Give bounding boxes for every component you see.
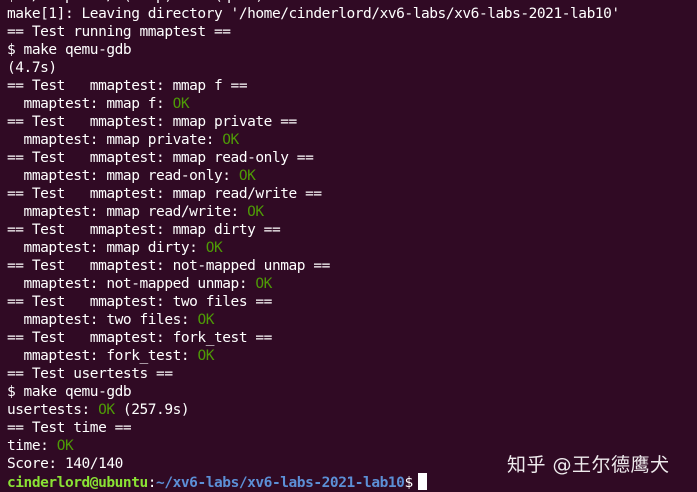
terminal-line: == Test time == — [7, 419, 620, 437]
terminal-line: mmaptest: mmap dirty: OK — [7, 239, 620, 257]
line-text: == Test mmaptest: mmap read/write == — [7, 186, 322, 202]
line-text: == Test mmaptest: not-mapped unmap == — [7, 258, 330, 274]
line-text: mmaptest: mmap read/write: — [7, 204, 248, 220]
line-text: (4.7s) — [7, 60, 57, 76]
line-text: $ make qemu-gdb — [7, 42, 132, 58]
ok-status: OK — [205, 240, 223, 256]
line-text: == Test mmaptest: mmap read-only == — [7, 150, 314, 166]
text-cursor[interactable] — [417, 473, 427, 490]
ok-status: OK — [255, 276, 272, 292]
line-text: mmaptest: mmap f: — [7, 96, 173, 112]
zhihu-watermark: 知乎 @王尔德鹰犬 — [507, 454, 670, 476]
ok-status: OK — [197, 348, 214, 364]
line-text: == Test mmaptest: mmap dirty == — [7, 222, 281, 238]
terminal-line: $ make qemu-gdb — [7, 41, 620, 59]
terminal-line: mmaptest: mmap read/write: OK — [7, 203, 620, 221]
line-text: $ ./mmaptest/ (mmap): Ok (qemu) — [7, 0, 264, 4]
terminal-line: == Test mmaptest: mmap private == — [7, 113, 620, 131]
terminal-line: == Test mmaptest: fork_test == — [7, 329, 620, 347]
prompt-user-host: cinderlord@ubuntu — [7, 475, 148, 491]
terminal-line: == Test running mmaptest == — [7, 23, 620, 41]
ok-status: OK — [247, 204, 264, 220]
line-text: == Test running mmaptest == — [7, 24, 231, 40]
terminal-line: usertests: OK (257.9s) — [7, 401, 620, 419]
line-text: == Test time == — [7, 420, 132, 436]
line-text: == Test mmaptest: mmap f == — [7, 78, 248, 94]
terminal-line: mmaptest: mmap private: OK — [7, 131, 620, 149]
ok-status: OK — [172, 96, 190, 112]
line-text: usertests: — [7, 402, 99, 418]
terminal-line: == Test mmaptest: mmap dirty == — [7, 221, 620, 239]
terminal-output: $ ./mmaptest/ (mmap): Ok (qemu) make[1]: … — [7, 0, 620, 491]
terminal-line: == Test mmaptest: mmap f == — [7, 77, 620, 95]
line-text: mmaptest: mmap private: — [7, 132, 223, 148]
line-text: == Test usertests == — [7, 366, 173, 382]
ok-status: OK — [56, 438, 74, 454]
terminal-line: mmaptest: not-mapped unmap: OK — [7, 275, 620, 293]
line-text: mmaptest: mmap dirty: — [7, 240, 206, 256]
line-text: == Test mmaptest: mmap private == — [7, 114, 297, 130]
terminal-line: mmaptest: mmap f: OK — [7, 95, 620, 113]
terminal-line: $ make qemu-gdb — [7, 383, 620, 401]
terminal-window[interactable]: $ ./mmaptest/ (mmap): Ok (qemu) make[1]: … — [0, 0, 697, 492]
terminal-line: == Test usertests == — [7, 365, 620, 383]
terminal-line: make[1]: Leaving directory '/home/cinder… — [7, 5, 620, 23]
terminal-line: == Test mmaptest: two files == — [7, 293, 620, 311]
line-text: Score: 140/140 — [7, 456, 123, 472]
terminal-line: mmaptest: mmap read-only: OK — [7, 167, 620, 185]
terminal-line: == Test mmaptest: not-mapped unmap == — [7, 257, 620, 275]
line-text: make[1]: Leaving directory '/home/cinder… — [7, 6, 620, 22]
ok-status: OK — [222, 132, 239, 148]
line-text: $ make qemu-gdb — [7, 384, 132, 400]
ok-status: OK — [238, 168, 256, 184]
line-text: == Test mmaptest: two files == — [7, 294, 272, 310]
line-text: mmaptest: mmap read-only: — [7, 168, 239, 184]
terminal-line: mmaptest: fork_test: OK — [7, 347, 620, 365]
ok-status: OK — [197, 312, 214, 328]
terminal-line: (4.7s) — [7, 59, 620, 77]
line-text: mmaptest: not-mapped unmap: — [7, 276, 256, 292]
prompt-symbol: $ — [404, 475, 413, 491]
line-text: == Test mmaptest: fork_test == — [7, 330, 272, 346]
prompt-path: ~/xv6-labs/xv6-labs-2021-lab10 — [156, 475, 405, 491]
line-text: time: — [7, 438, 57, 454]
line-suffix: (257.9s) — [114, 402, 190, 418]
line-text: mmaptest: two files: — [7, 312, 198, 328]
prompt-separator: : — [147, 475, 157, 491]
line-text: mmaptest: fork_test: — [7, 348, 198, 364]
ok-status: OK — [98, 402, 115, 418]
terminal-line: == Test mmaptest: mmap read-only == — [7, 149, 620, 167]
terminal-line: == Test mmaptest: mmap read/write == — [7, 185, 620, 203]
terminal-line: mmaptest: two files: OK — [7, 311, 620, 329]
